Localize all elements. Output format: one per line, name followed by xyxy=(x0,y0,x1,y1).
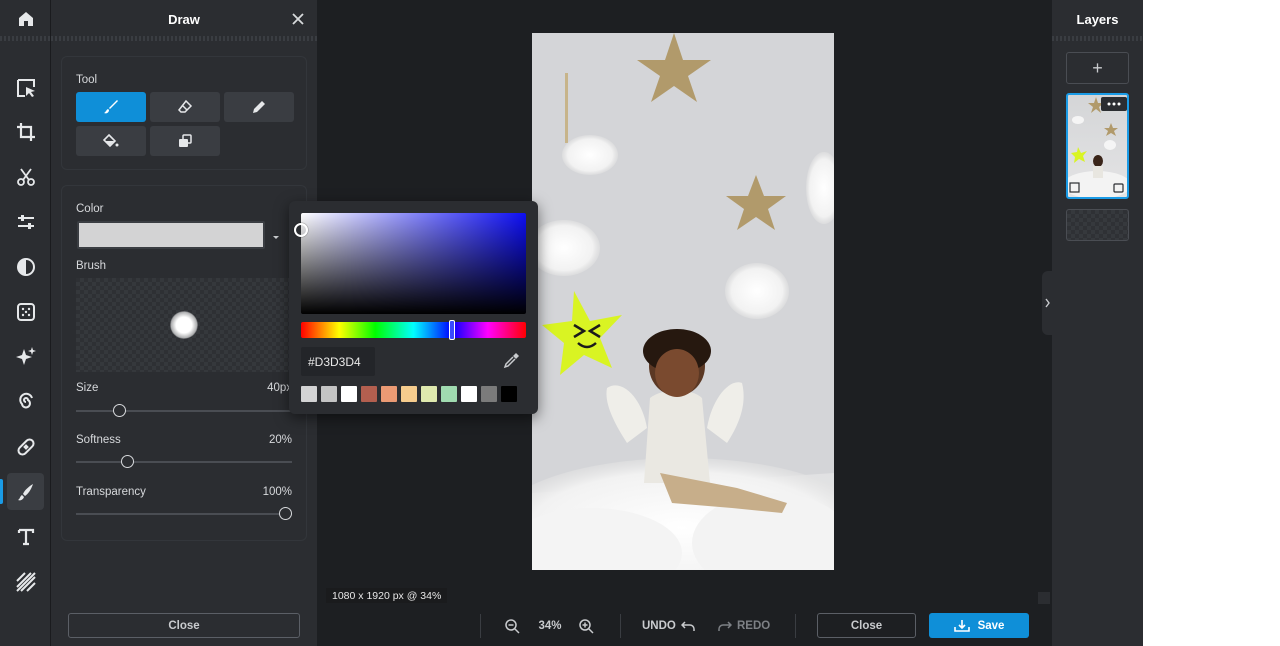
size-slider[interactable] xyxy=(76,404,292,417)
saturation-knob[interactable] xyxy=(294,223,308,237)
cutout-scissors-icon[interactable] xyxy=(7,158,44,195)
save-button[interactable]: Save xyxy=(929,613,1029,638)
divider xyxy=(795,614,796,638)
color-field[interactable] xyxy=(77,221,265,249)
effects-contrast-icon[interactable] xyxy=(7,248,44,285)
close-button[interactable]: Close xyxy=(817,613,916,638)
canvas-info: 1080 x 1920 px @ 34% xyxy=(326,588,448,603)
brush-tool-button[interactable] xyxy=(76,92,146,122)
layers-divider xyxy=(1052,36,1143,41)
hue-knob[interactable] xyxy=(449,320,455,340)
text-icon[interactable] xyxy=(7,518,44,555)
eraser-icon xyxy=(178,99,193,113)
softness-label: Softness xyxy=(76,434,121,446)
color-swatch[interactable] xyxy=(461,386,477,402)
color-swatch[interactable] xyxy=(481,386,497,402)
color-swatch[interactable] xyxy=(381,386,397,402)
undo-button[interactable]: UNDO xyxy=(642,616,695,636)
canvas-photo[interactable] xyxy=(532,33,834,570)
zoom-in-icon[interactable] xyxy=(576,616,596,636)
redo-label: REDO xyxy=(737,620,771,632)
layers-title: Layers xyxy=(1076,11,1119,27)
brush-label: Brush xyxy=(76,260,107,272)
layers-panel: Layers + xyxy=(1052,0,1143,646)
draw-brush-icon[interactable] xyxy=(0,473,44,510)
panel-title: Draw xyxy=(168,11,200,27)
transparency-slider[interactable] xyxy=(76,507,292,520)
color-swatch[interactable] xyxy=(321,386,337,402)
adjust-sliders-icon[interactable] xyxy=(7,203,44,240)
paint-bucket-icon xyxy=(103,133,119,148)
photo-illustration xyxy=(532,33,834,570)
clone-tool-button[interactable] xyxy=(150,126,220,156)
home-icon[interactable] xyxy=(7,0,44,37)
size-slider-knob[interactable] xyxy=(112,404,126,417)
clone-stamp-icon xyxy=(179,134,192,147)
select-icon[interactable] xyxy=(7,69,44,106)
size-label: Size xyxy=(76,382,99,394)
layers-collapse-tab[interactable] xyxy=(1042,271,1052,335)
transparency-label: Transparency xyxy=(76,486,146,498)
brush-icon xyxy=(104,100,118,114)
color-swatch[interactable] xyxy=(421,386,437,402)
rail-divider xyxy=(0,36,51,41)
download-icon xyxy=(953,619,970,632)
pencil-icon xyxy=(253,101,265,113)
color-swatch[interactable] xyxy=(341,386,357,402)
chevron-right-icon xyxy=(1045,298,1050,308)
tool-rail xyxy=(0,0,51,646)
panel-divider xyxy=(51,36,317,41)
redo-arrow-icon xyxy=(718,621,732,631)
sparkle-icon[interactable] xyxy=(7,338,44,375)
add-layer-button[interactable]: + xyxy=(1066,52,1129,84)
transparency-value: 100% xyxy=(262,486,292,498)
undo-arrow-icon xyxy=(680,621,695,631)
softness-slider-knob[interactable] xyxy=(120,455,134,468)
hue-slider[interactable] xyxy=(301,320,526,340)
liquify-swirl-icon[interactable] xyxy=(7,383,44,420)
saturation-value-field[interactable] xyxy=(294,213,526,314)
texture-icon[interactable] xyxy=(7,293,44,330)
color-label: Color xyxy=(76,203,104,215)
brush-dot xyxy=(170,311,198,339)
chevron-down-icon[interactable] xyxy=(269,230,283,242)
divider xyxy=(480,614,481,638)
transparency-slider-knob[interactable] xyxy=(279,507,292,520)
redo-button[interactable]: REDO xyxy=(718,616,770,636)
hex-input[interactable]: #D3D3D4 xyxy=(301,347,375,376)
eyedropper-icon[interactable] xyxy=(503,351,523,371)
empty-layer-slot[interactable] xyxy=(1066,209,1129,241)
softness-value: 20% xyxy=(268,434,292,446)
color-swatch[interactable] xyxy=(441,386,457,402)
pencil-tool-button[interactable] xyxy=(224,92,294,122)
layer-thumbnail[interactable] xyxy=(1066,93,1129,199)
fill-tool-button[interactable] xyxy=(76,126,146,156)
zoom-level[interactable]: 34% xyxy=(532,616,568,636)
layer-more-icon[interactable] xyxy=(1101,97,1127,111)
color-swatch[interactable] xyxy=(301,386,317,402)
color-swatch[interactable] xyxy=(401,386,417,402)
crop-icon[interactable] xyxy=(7,113,44,150)
undo-label: UNDO xyxy=(642,620,676,632)
size-value: 40px xyxy=(267,382,292,394)
app-window: Draw Tool Color Brush Size 40px Softness… xyxy=(0,0,1143,646)
eraser-tool-button[interactable] xyxy=(150,92,220,122)
divider xyxy=(620,614,621,638)
color-picker-popup: #D3D3D4 xyxy=(289,201,538,414)
color-swatch[interactable] xyxy=(501,386,517,402)
graphics-stripes-icon[interactable] xyxy=(7,563,44,600)
panel-close-button[interactable]: Close xyxy=(68,613,300,638)
brush-preview xyxy=(76,278,292,372)
softness-slider[interactable] xyxy=(76,455,292,468)
color-swatch[interactable] xyxy=(361,386,377,402)
canvas-corner xyxy=(1038,592,1050,604)
bottom-toolbar: 34% UNDO REDO Close Save xyxy=(318,605,1051,646)
draw-panel: Draw Tool Color Brush Size 40px Softness… xyxy=(51,0,317,646)
close-icon[interactable] xyxy=(289,10,307,28)
tool-label: Tool xyxy=(76,74,98,86)
zoom-out-icon[interactable] xyxy=(502,616,522,636)
tool-card: Tool xyxy=(61,56,307,170)
retouch-bandage-icon[interactable] xyxy=(7,428,44,465)
save-label: Save xyxy=(977,619,1005,632)
